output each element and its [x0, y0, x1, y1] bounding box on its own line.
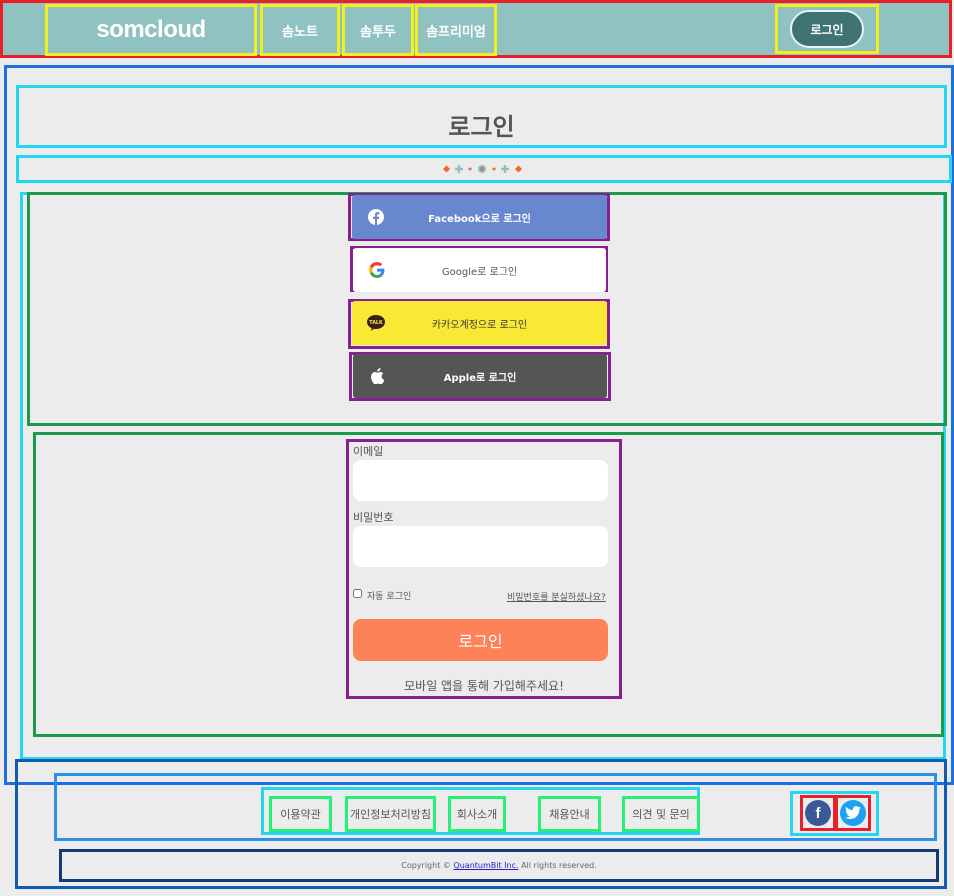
footer-link-contact-label: 의견 및 문의 [632, 808, 690, 821]
apple-icon [367, 366, 387, 386]
ornament-divider [16, 155, 952, 183]
footer-link-terms-label: 이용약관 [280, 808, 321, 821]
apple-login-button[interactable]: Apple로 로그인 [353, 354, 607, 398]
facebook-icon [366, 207, 386, 227]
somcloud-logo[interactable]: somcloud [45, 4, 257, 56]
header-login-label: 로그인 [810, 22, 844, 37]
forgot-password-link[interactable]: 비밀번호를 분실하셨나요? [507, 590, 606, 603]
header-login-button[interactable]: 로그인 [790, 10, 864, 48]
footer-link-contact[interactable]: 의견 및 문의 [622, 796, 700, 832]
email-label: 이메일 [353, 445, 384, 458]
copyright-suffix: All rights reserved. [521, 861, 597, 870]
footer-twitter-link[interactable] [835, 795, 871, 831]
facebook-login-label: Facebook으로 로그인 [428, 213, 531, 225]
copyright-prefix: Copyright © [401, 861, 451, 870]
page-title-container: 로그인 [16, 85, 947, 148]
top-header: somcloud 솜노트 솜투두 솜프리미엄 로그인 [0, 0, 952, 58]
footer-link-jobs[interactable]: 채용안내 [538, 796, 601, 832]
email-input[interactable] [353, 460, 608, 501]
kakao-icon-text: TALK [369, 320, 383, 326]
login-submit-button[interactable]: 로그인 [353, 619, 608, 661]
logo-text: somcloud [96, 16, 206, 43]
google-login-button[interactable]: Google로 로그인 [353, 248, 606, 292]
password-input[interactable] [353, 526, 608, 567]
auto-login-label[interactable]: 자동 로그인 [367, 589, 411, 602]
kakao-login-label: 카카오계정으로 로그인 [431, 319, 528, 331]
footer-facebook-link[interactable]: f [800, 795, 836, 831]
footer-link-privacy-label: 개인정보처리방침 [350, 808, 431, 821]
footer-link-jobs-label: 채용안내 [549, 808, 590, 821]
footer-link-company[interactable]: 회사소개 [448, 796, 506, 832]
signup-note: 모바일 앱을 통해 가입해주세요! [404, 679, 564, 693]
copyright: Copyright © QuantumBit Inc. All rights r… [59, 849, 939, 882]
header-login-wrapper: 로그인 [775, 4, 879, 54]
footer-link-terms[interactable]: 이용약관 [269, 796, 332, 832]
login-submit-label: 로그인 [458, 632, 503, 651]
google-login-label: Google로 로그인 [441, 266, 518, 278]
auto-login-checkbox[interactable] [353, 589, 362, 598]
kakao-talk-icon: TALK [366, 313, 386, 333]
ornament-divider-icon [442, 165, 523, 173]
nav-somtodo[interactable]: 솜투두 [342, 4, 414, 56]
footer-link-privacy[interactable]: 개인정보처리방침 [345, 796, 436, 832]
nav-somnote[interactable]: 솜노트 [260, 4, 340, 56]
google-icon [367, 260, 387, 280]
password-label: 비밀번호 [353, 511, 394, 524]
nav-sompremium-label: 솜프리미엄 [426, 24, 486, 40]
facebook-icon: f [805, 800, 831, 826]
nav-somtodo-label: 솜투두 [360, 24, 396, 40]
page-title: 로그인 [448, 113, 515, 141]
nav-sompremium[interactable]: 솜프리미엄 [415, 4, 497, 56]
nav-somnote-label: 솜노트 [282, 24, 318, 40]
twitter-icon [840, 800, 866, 826]
footer-link-company-label: 회사소개 [456, 808, 498, 821]
company-link[interactable]: QuantumBit Inc. [453, 861, 518, 870]
apple-login-label: Apple로 로그인 [443, 372, 517, 384]
facebook-login-button[interactable]: Facebook으로 로그인 [352, 195, 607, 239]
kakao-login-button[interactable]: TALK 카카오계정으로 로그인 [352, 301, 607, 345]
